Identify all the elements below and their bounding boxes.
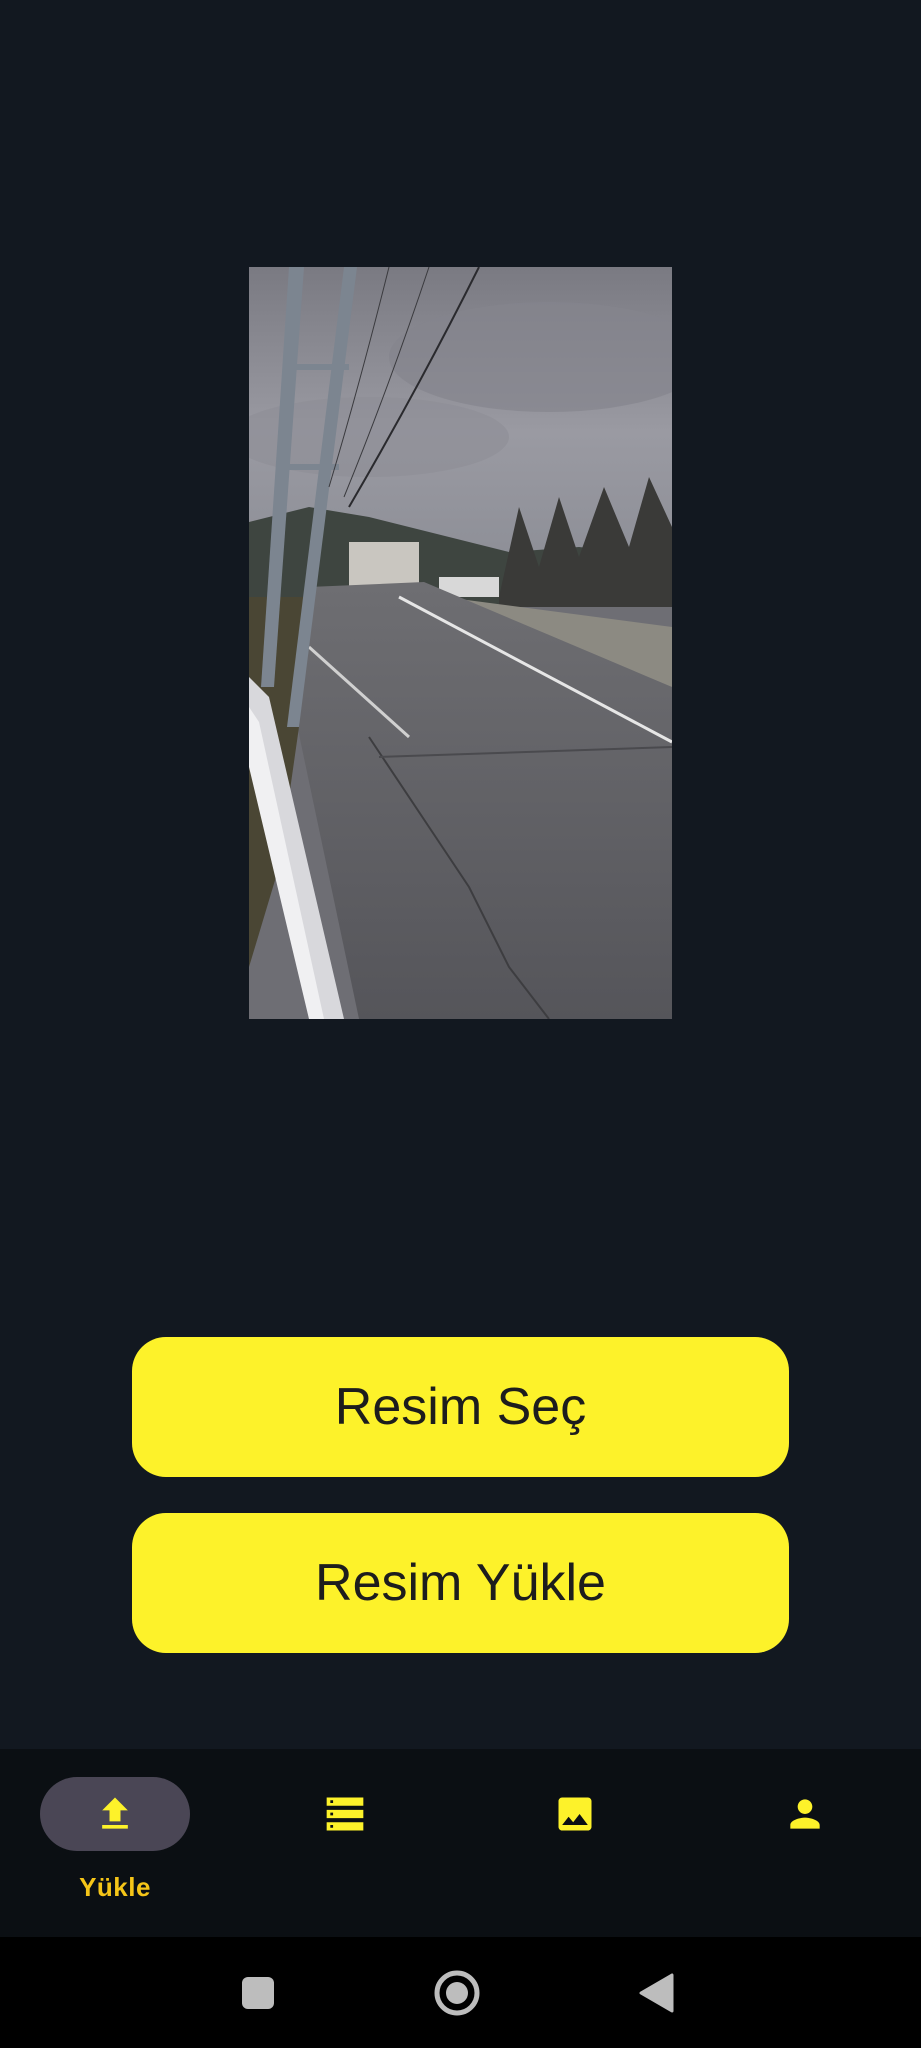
recents-button[interactable] xyxy=(218,1937,298,2048)
bottom-navigation-bar: Yükle xyxy=(0,1749,921,1937)
back-icon xyxy=(638,1973,674,2013)
system-navigation-bar xyxy=(0,1937,921,2048)
person-icon xyxy=(783,1792,827,1836)
nav-item-gallery[interactable] xyxy=(460,1749,690,1937)
upload-icon xyxy=(93,1792,137,1836)
image-icon xyxy=(553,1792,597,1836)
nav-item-upload[interactable]: Yükle xyxy=(0,1749,230,1937)
selected-image-preview xyxy=(249,267,672,1019)
home-icon xyxy=(433,1969,481,2017)
list-icon xyxy=(323,1792,367,1836)
select-image-button[interactable]: Resim Seç xyxy=(132,1337,789,1477)
upload-screen: Resim Seç Resim Yükle Yükle xyxy=(0,0,921,2048)
upload-image-button[interactable]: Resim Yükle xyxy=(132,1513,789,1653)
nav-item-profile[interactable] xyxy=(690,1749,920,1937)
recents-icon xyxy=(241,1976,275,2010)
nav-item-list[interactable] xyxy=(230,1749,460,1937)
back-button[interactable] xyxy=(616,1937,696,2048)
nav-label-upload: Yükle xyxy=(79,1872,151,1902)
home-button[interactable] xyxy=(417,1937,497,2048)
